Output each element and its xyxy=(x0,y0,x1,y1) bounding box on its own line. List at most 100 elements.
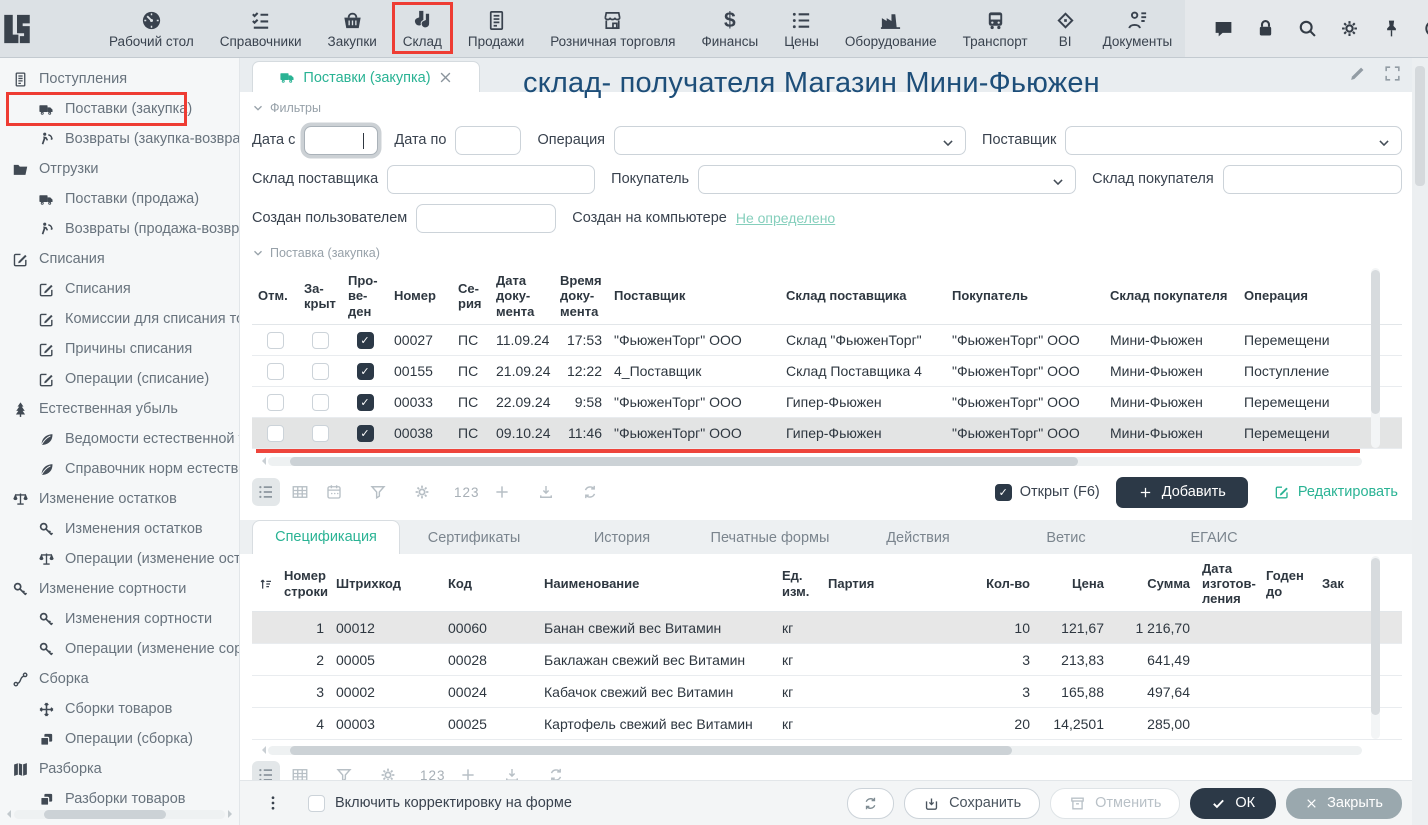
col-sklad-postavshchika[interactable]: Склад поставщика xyxy=(780,268,946,324)
chat-icon[interactable] xyxy=(1213,18,1234,39)
col-kolvo[interactable]: Кол-во xyxy=(970,556,1036,611)
sidebar-item-komissii-spisaniya[interactable]: Комиссии для списания то xyxy=(0,304,239,334)
supplier-warehouse-input[interactable] xyxy=(387,165,595,194)
tab-deystviya[interactable]: Действия xyxy=(844,522,992,554)
col-vremya-dokumenta[interactable]: Время доку-мента xyxy=(554,268,608,324)
spec-row-1-selected[interactable]: 1 00012 00060 Банан свежий вес Витамин к… xyxy=(252,612,1402,644)
col-zakryt[interactable]: За-крыт xyxy=(298,268,342,324)
save-button[interactable]: Сохранить xyxy=(904,788,1040,819)
col-nomer-stroki[interactable]: Номер строки xyxy=(278,556,330,611)
nav-item-transport[interactable]: Транспорт xyxy=(950,0,1041,57)
proved-checkbox[interactable] xyxy=(357,332,374,349)
document-row-00027[interactable]: 00027 ПС 11.09.24 17:53 "ФьюженТорг" ООО… xyxy=(252,325,1402,356)
proved-checkbox[interactable] xyxy=(357,394,374,411)
sidebar-item-izmeneniya-sortnosti[interactable]: Изменения сортности xyxy=(0,604,239,634)
tab-egais[interactable]: ЕГАИС xyxy=(1140,522,1288,554)
col-naimenovanie[interactable]: Наименование xyxy=(538,556,776,611)
nav-item-bi[interactable]: BI xyxy=(1041,0,1090,57)
close-button[interactable]: Закрыть xyxy=(1286,788,1402,819)
col-proveden[interactable]: Про-ве-ден xyxy=(342,268,388,324)
buyer-select[interactable] xyxy=(698,165,1076,194)
date-to-input[interactable] xyxy=(455,126,521,155)
scrollbar-thumb[interactable] xyxy=(44,810,166,819)
col-kod[interactable]: Код xyxy=(442,556,538,611)
supplier-select[interactable] xyxy=(1065,126,1402,155)
sidebar-item-sborki-tovarov[interactable]: Сборки товаров xyxy=(0,694,239,724)
spec-row-2[interactable]: 2 00005 00028 Баклажан свежий вес Витами… xyxy=(252,644,1402,676)
documents-table-horizontal-scrollbar[interactable] xyxy=(268,457,1362,466)
tab-vetis[interactable]: Ветис xyxy=(992,522,1140,554)
sort-button[interactable] xyxy=(252,556,278,611)
nav-item-dokumenty[interactable]: Документы xyxy=(1090,0,1186,57)
col-sklad-pokupatelya[interactable]: Склад покупателя xyxy=(1104,268,1238,324)
closed-checkbox[interactable] xyxy=(312,363,329,380)
date-from-input[interactable] xyxy=(304,126,378,155)
documents-table-vertical-scrollbar[interactable] xyxy=(1371,268,1380,448)
closed-checkbox[interactable] xyxy=(312,332,329,349)
sidebar-item-spravochnik-norm[interactable]: Справочник норм естестве xyxy=(0,454,239,484)
export-button[interactable] xyxy=(532,478,560,506)
sidebar-item-postupleniya[interactable]: Поступления xyxy=(0,64,239,94)
sidebar-item-razborka-group[interactable]: Разборка xyxy=(0,754,239,784)
document-row-00155[interactable]: 00155 ПС 21.09.24 12:22 4_Поставщик Скла… xyxy=(252,356,1402,387)
proved-checkbox[interactable] xyxy=(357,425,374,442)
scrollbar-thumb[interactable] xyxy=(1415,66,1425,186)
operation-select[interactable] xyxy=(614,126,966,155)
tab-istoriya[interactable]: История xyxy=(548,522,696,554)
sidebar-item-izmenenie-ostatkov-group[interactable]: Изменение остатков xyxy=(0,484,239,514)
sidebar-item-otgruzki[interactable]: Отгрузки xyxy=(0,154,239,184)
spec-row-3[interactable]: 3 00002 00024 Кабачок свежий вес Витамин… xyxy=(252,676,1402,708)
sidebar-item-estestvennaya-ubyl[interactable]: Естественная убыль xyxy=(0,394,239,424)
col-data-izgotovleniya[interactable]: Дата изготов-ления xyxy=(1196,556,1260,611)
col-otm[interactable]: Отм. xyxy=(252,268,298,324)
sidebar-horizontal-scrollbar[interactable] xyxy=(14,810,225,819)
sidebar-item-postavki-zakupka[interactable]: Поставки (закупка) xyxy=(0,94,239,124)
col-zakaz[interactable]: Зак xyxy=(1316,556,1402,611)
created-by-input[interactable] xyxy=(416,204,556,233)
add-button[interactable]: Добавить xyxy=(1116,477,1248,508)
nav-item-ceny[interactable]: Цены xyxy=(771,0,832,57)
refresh-button[interactable] xyxy=(847,788,894,819)
buyer-warehouse-input[interactable] xyxy=(1223,165,1402,194)
scrollbar-thumb[interactable] xyxy=(1371,270,1380,414)
sidebar-item-izmeneniya-ostatkov[interactable]: Изменения остатков xyxy=(0,514,239,544)
marked-checkbox[interactable] xyxy=(267,394,284,411)
view-calendar-button[interactable] xyxy=(320,478,348,506)
scrollbar-thumb[interactable] xyxy=(1371,558,1380,715)
col-postavshchik[interactable]: Поставщик xyxy=(608,268,780,324)
col-nomer[interactable]: Номер xyxy=(388,268,452,324)
sidebar-item-izmenenie-sortnosti-group[interactable]: Изменение сортности xyxy=(0,574,239,604)
numbering-button[interactable]: 123 xyxy=(452,478,482,506)
document-row-00033[interactable]: 00033 ПС 22.09.24 9:58 "ФьюженТорг" ООО … xyxy=(252,387,1402,418)
view-grid-button[interactable] xyxy=(286,478,314,506)
nav-item-rabochiy-stol[interactable]: Рабочий стол xyxy=(96,0,207,57)
tab-postavki-zakupka[interactable]: Поставки (закупка) xyxy=(252,61,480,93)
open-f6-checkbox[interactable]: Открыт (F6) xyxy=(995,484,1100,501)
cancel-button[interactable]: Отменить xyxy=(1050,788,1180,819)
app-logo[interactable] xyxy=(0,0,34,57)
sidebar-item-vozvraty-prodazha[interactable]: Возвраты (продажа-возвра xyxy=(0,214,239,244)
clock-arrow-icon[interactable] xyxy=(1423,18,1428,39)
nav-item-oborudovanie[interactable]: Оборудование xyxy=(832,0,950,57)
nav-item-finansy[interactable]: $Финансы xyxy=(689,0,772,57)
sidebar-item-sborka-group[interactable]: Сборка xyxy=(0,664,239,694)
expand-icon[interactable] xyxy=(1383,64,1402,83)
gear-icon[interactable] xyxy=(1339,18,1360,39)
sidebar-scroll-left-arrow[interactable] xyxy=(3,810,11,818)
filters-section-toggle[interactable]: Фильтры xyxy=(252,100,1402,116)
col-pokupatel[interactable]: Покупатель xyxy=(946,268,1104,324)
scroll-left-arrow[interactable] xyxy=(258,746,266,754)
col-shtrihkod[interactable]: Штрихкод xyxy=(330,556,442,611)
doc-section-toggle[interactable]: Поставка (закупка) xyxy=(252,245,1402,261)
col-ed-izm[interactable]: Ед. изм. xyxy=(776,556,822,611)
sidebar-item-operacii-izmenenie-ostatkov[interactable]: Операции (изменение оста xyxy=(0,544,239,574)
filter-button[interactable] xyxy=(364,478,392,506)
sidebar-item-operacii-izmenenie-sortnosti[interactable]: Операции (изменение сор xyxy=(0,634,239,664)
col-summa[interactable]: Сумма xyxy=(1110,556,1196,611)
window-vertical-scrollbar[interactable] xyxy=(1412,58,1428,825)
nav-item-prodazhi[interactable]: Продажи xyxy=(455,0,537,57)
nav-item-zakupki[interactable]: Закупки xyxy=(315,0,390,57)
settings-button[interactable] xyxy=(408,478,436,506)
document-row-00038-selected[interactable]: 00038 ПС 09.10.24 11:46 "ФьюженТорг" ООО… xyxy=(252,418,1402,449)
scrollbar-thumb[interactable] xyxy=(290,457,1078,466)
